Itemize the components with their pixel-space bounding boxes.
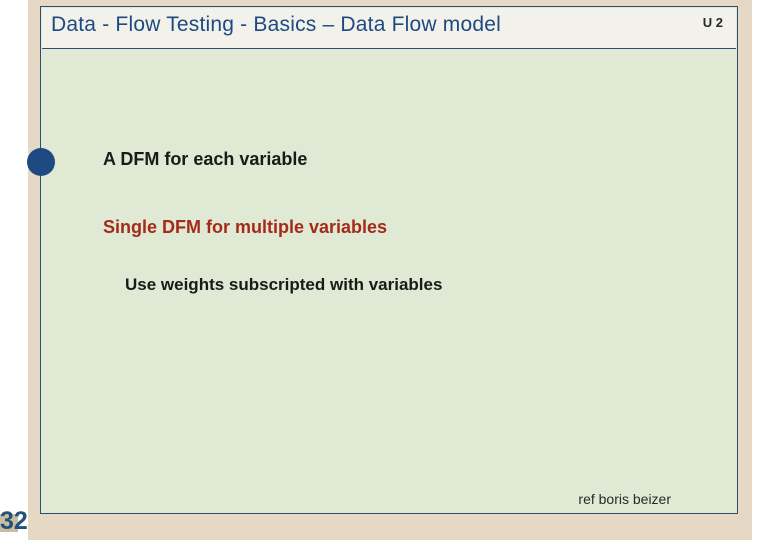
unit-badge: U 2 — [703, 15, 723, 30]
slide-title: Data - Flow Testing - Basics – Data Flow… — [51, 13, 501, 37]
accent-circle-icon — [27, 148, 55, 176]
bullet-single-dfm-multiple: Single DFM for multiple variables — [103, 217, 387, 238]
bullet-dfm-per-variable: A DFM for each variable — [103, 149, 307, 170]
slide-inner-frame: Data - Flow Testing - Basics – Data Flow… — [40, 6, 738, 514]
footer-reference: ref boris beizer — [578, 491, 671, 507]
bullet-weights-subscripted: Use weights subscripted with variables — [125, 275, 442, 295]
slide-outer-frame: Data - Flow Testing - Basics – Data Flow… — [28, 0, 752, 540]
page-number: 32 — [0, 507, 28, 536]
slide-body: A DFM for each variable Single DFM for m… — [41, 49, 737, 513]
